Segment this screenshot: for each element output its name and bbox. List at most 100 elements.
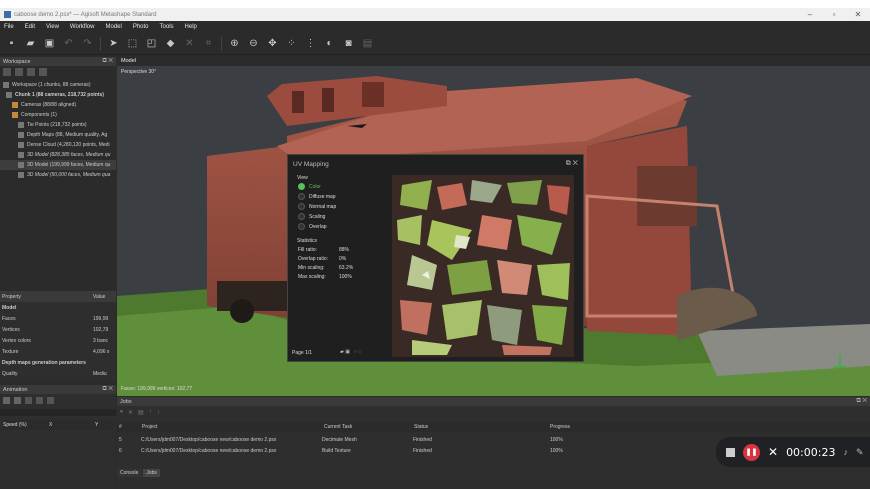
- tree-item-dense-cloud[interactable]: Dense Cloud (4,280,120 points, Medi: [0, 140, 116, 150]
- jobs-table-header: # Project Current Task Status Progress: [117, 422, 870, 432]
- undock-icon[interactable]: ⧉: [566, 160, 571, 167]
- uv-dialog-title: UV Mapping: [293, 161, 329, 168]
- maximize-button[interactable]: ▫: [822, 8, 846, 21]
- move-down-icon[interactable]: ↓: [157, 409, 160, 416]
- cancel-recording-icon[interactable]: ✕: [768, 445, 778, 459]
- move-up-icon[interactable]: ↑: [149, 409, 152, 416]
- screen-recorder-bar: ❚❚ ✕ 00:00:23 ♪ ✎: [716, 437, 870, 467]
- workspace-icon: [3, 82, 9, 88]
- tree-item-components[interactable]: Components (1): [0, 110, 116, 120]
- stop-job-icon[interactable]: ✕: [128, 409, 133, 416]
- export-icons[interactable]: ▰ ▣ ◌ ◌: [340, 349, 361, 355]
- pause-job-icon[interactable]: ⏸: [120, 409, 123, 416]
- tab-jobs[interactable]: Jobs: [143, 469, 160, 477]
- dense-cloud-icon: [18, 142, 24, 148]
- new-track-icon[interactable]: [3, 397, 10, 404]
- show-points-icon[interactable]: ⁘: [285, 37, 298, 50]
- menu-file[interactable]: File: [4, 24, 14, 30]
- microphone-icon[interactable]: ♪: [843, 447, 848, 457]
- tree-item-workspace[interactable]: Workspace (1 chunks, 88 cameras): [0, 80, 116, 90]
- rotate-object-icon[interactable]: ◆: [164, 37, 177, 50]
- menu-view[interactable]: View: [46, 24, 59, 30]
- menu-tools[interactable]: Tools: [160, 24, 174, 30]
- workspace-toolbar: [0, 66, 116, 77]
- uv-mapping-dialog: UV Mapping ⧉ ✕ View Color Diffuse map No…: [287, 154, 584, 362]
- delete-selection-icon[interactable]: ✕: [183, 37, 196, 50]
- projection-label: Perspective 30°: [121, 69, 157, 75]
- minimize-button[interactable]: –: [798, 8, 822, 21]
- add-chunk-icon[interactable]: [3, 67, 11, 76]
- panel-close-icon[interactable]: ⧉ ✕: [856, 398, 867, 405]
- pen-icon[interactable]: ✎: [856, 447, 864, 458]
- radio-normal-map[interactable]: [298, 203, 305, 210]
- view-job-icon[interactable]: ▤: [138, 409, 144, 416]
- radio-overlap[interactable]: [298, 223, 305, 230]
- tree-item-model-2[interactable]: 3D Model (199,999 faces, Medium qu: [0, 160, 116, 170]
- redo-icon[interactable]: ↷: [81, 37, 94, 50]
- stat-min-scaling-value: 63.2%: [339, 265, 354, 271]
- record-icon[interactable]: [36, 397, 43, 404]
- recording-timer: 00:00:23: [786, 445, 836, 459]
- stat-overlap-label: Overlap ratio:: [298, 256, 329, 262]
- tree-item-tie-points[interactable]: Tie Points (218,732 points): [0, 120, 116, 130]
- crop-icon[interactable]: ⌗: [202, 37, 215, 50]
- resize-region-icon[interactable]: ◰: [145, 37, 158, 50]
- new-file-icon[interactable]: ▪: [5, 37, 18, 50]
- view-section-label: View: [297, 175, 308, 181]
- undo-icon[interactable]: ↶: [62, 37, 75, 50]
- close-icon[interactable]: ✕: [573, 160, 578, 167]
- prop-row-vertex-colors: Vertex colors 3 banc: [2, 337, 109, 344]
- menu-model[interactable]: Model: [105, 24, 121, 30]
- settings-icon[interactable]: [47, 397, 54, 404]
- radio-color[interactable]: [298, 183, 305, 190]
- timeline-slider[interactable]: [0, 409, 116, 416]
- show-grid-icon[interactable]: ⋮: [304, 37, 317, 50]
- save-icon[interactable]: ▣: [43, 37, 56, 50]
- zoom-in-icon[interactable]: ⊕: [228, 37, 241, 50]
- menu-help[interactable]: Help: [185, 24, 197, 30]
- navigation-cursor-icon[interactable]: ➤: [107, 37, 120, 50]
- close-button[interactable]: ✕: [846, 8, 870, 21]
- tree-item-chunk[interactable]: Chunk 1 (88 cameras, 218,732 points): [0, 90, 116, 100]
- tree-item-cameras[interactable]: Cameras (88/88 aligned): [0, 100, 116, 110]
- open-track-icon[interactable]: [14, 397, 21, 404]
- menu-photo[interactable]: Photo: [133, 24, 149, 30]
- viewport-tabs: Model: [117, 57, 870, 66]
- window-title: caboose demo 2.psx* — Agisoft Metashape …: [14, 11, 157, 18]
- stop-recording-button[interactable]: [726, 447, 735, 457]
- reset-view-icon[interactable]: ✥: [266, 37, 279, 50]
- option-diffuse-label: Diffuse map: [309, 194, 336, 200]
- tab-console[interactable]: Console: [117, 469, 142, 477]
- pause-recording-button[interactable]: ❚❚: [743, 443, 760, 461]
- texture-atlas-image: [392, 175, 574, 357]
- prop-row-faces: Faces 199,99: [2, 315, 109, 322]
- viewport-options-icon[interactable]: ▤: [361, 37, 374, 50]
- camera-icon[interactable]: ◙: [342, 37, 355, 50]
- tree-item-model-3[interactable]: 3D Model (50,000 faces, Medium qua: [0, 170, 116, 180]
- play-icon[interactable]: [25, 397, 32, 404]
- menu-edit[interactable]: Edit: [25, 24, 35, 30]
- folder-icon: [12, 102, 18, 108]
- open-folder-icon[interactable]: ▰: [24, 37, 37, 50]
- model-view-icon[interactable]: ◐: [323, 37, 336, 50]
- tree-item-model-1[interactable]: 3D Model (828,385 faces, Medium qu: [0, 150, 116, 160]
- workspace-tree: Workspace (1 chunks, 88 cameras) Chunk 1…: [0, 80, 116, 180]
- panel-close-icon[interactable]: ⧉ ✕: [102, 386, 113, 393]
- zoom-out-icon[interactable]: ⊖: [247, 37, 260, 50]
- option-overlap-label: Overlap: [309, 224, 327, 230]
- add-photos-icon[interactable]: [15, 67, 23, 76]
- radio-scaling[interactable]: [298, 213, 305, 220]
- rectangle-select-icon[interactable]: ⬚: [126, 37, 139, 50]
- panel-close-icon[interactable]: ⧉ ✕: [102, 58, 113, 65]
- options-icon[interactable]: [39, 67, 47, 76]
- animation-toolbar: [3, 397, 54, 404]
- menu-workflow[interactable]: Workflow: [70, 24, 95, 30]
- workspace-title: Workspace: [3, 58, 31, 65]
- dialog-controls: ⧉ ✕: [566, 160, 578, 168]
- tree-item-depth-maps[interactable]: Depth Maps (88, Medium quality, Ag: [0, 130, 116, 140]
- animation-header: Animation ⧉ ✕: [0, 385, 116, 394]
- radio-diffuse-map[interactable]: [298, 193, 305, 200]
- remove-item-icon[interactable]: [27, 67, 35, 76]
- tab-model[interactable]: Model: [117, 57, 140, 65]
- prop-row-texture: Texture 4,096 x: [2, 348, 110, 355]
